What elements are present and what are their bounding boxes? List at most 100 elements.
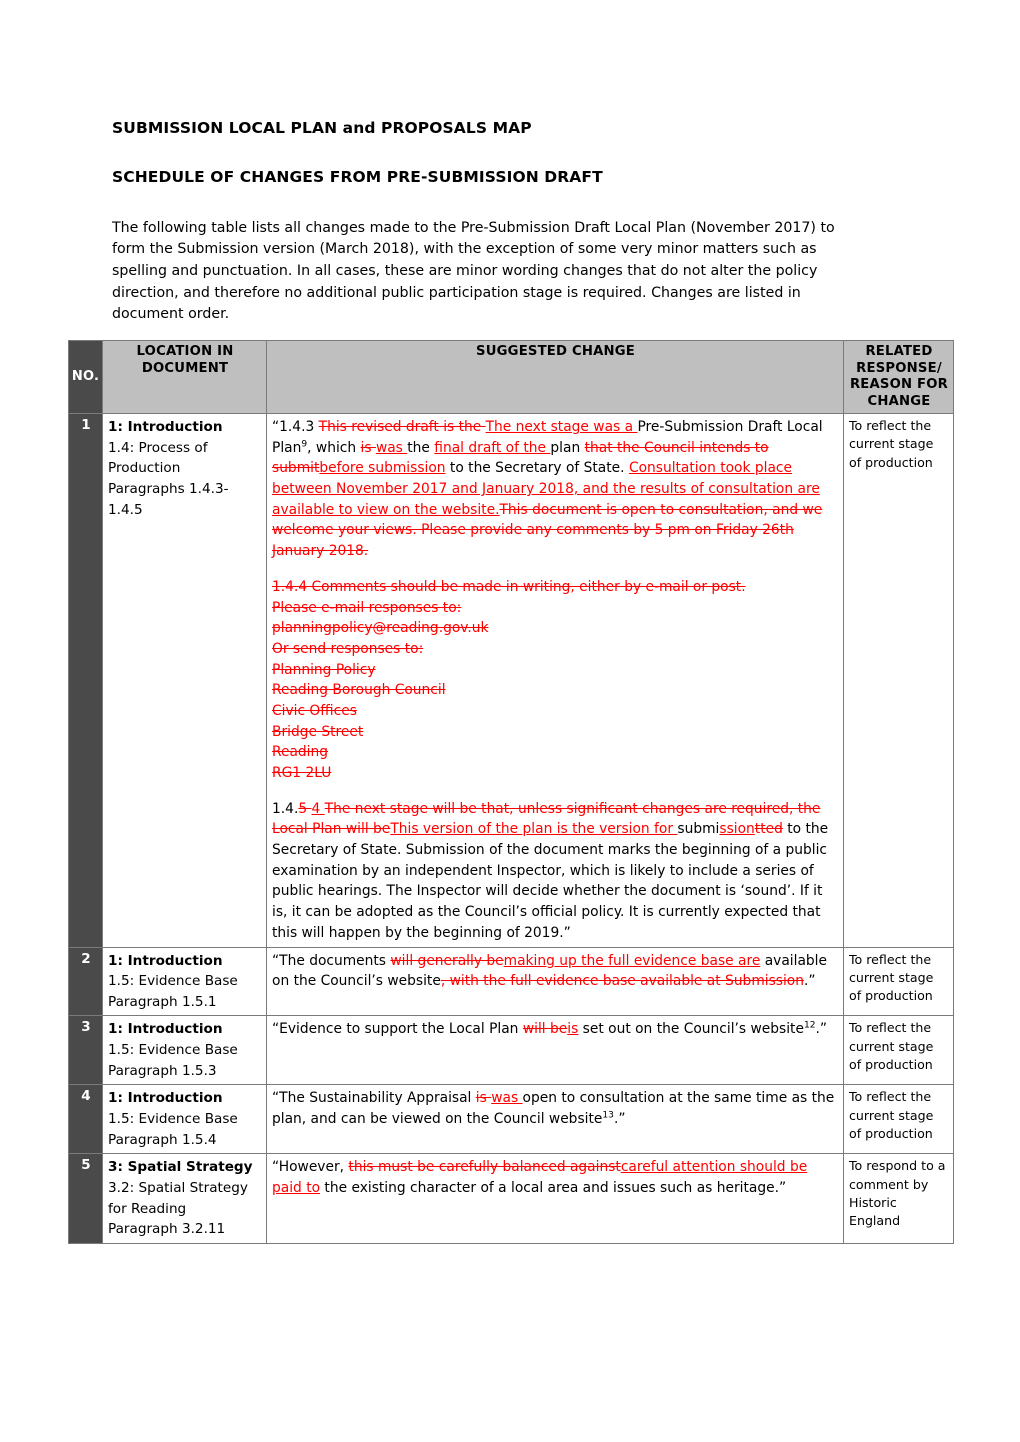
location-line: 1.5: Evidence Base bbox=[108, 1042, 238, 1059]
footnote-marker: 12 bbox=[803, 1020, 816, 1031]
table-header: NO. LOCATION IN DOCUMENT SUGGESTED CHANG… bbox=[68, 340, 954, 414]
location-cell: 1: Introduction 1.5: Evidence Base Paragra… bbox=[102, 1084, 267, 1155]
deleted-text: will generally be bbox=[390, 952, 504, 969]
location-line: Paragraph 1.5.1 bbox=[108, 993, 217, 1010]
suggested-change-cell: “1.4.3 This revised draft is the The nex… bbox=[266, 413, 844, 948]
deleted-text-line: Bridge Street bbox=[272, 723, 364, 740]
page-subtitle: SCHEDULE OF CHANGES FROM PRE-SUBMISSION … bbox=[112, 167, 603, 186]
intro-paragraph: The following table lists all changes ma… bbox=[112, 219, 835, 323]
unchanged-text: set out on the Council’s website bbox=[578, 1021, 804, 1038]
row-number-cell: 4 bbox=[68, 1084, 103, 1155]
location-cell: 3: Spatial Strategy 3.2: Spatial Strategy… bbox=[102, 1153, 267, 1245]
change-paragraph: “The Sustainability Appraisal is was ope… bbox=[272, 1088, 839, 1129]
table-row: 4 1: Introduction 1.5: Evidence Base Paragr… bbox=[68, 1084, 954, 1155]
deleted-text-line: RG1 2LU bbox=[272, 765, 332, 781]
row-number-cell: 3 bbox=[68, 1015, 103, 1086]
column-header-location: LOCATION IN DOCUMENT bbox=[102, 340, 267, 414]
deleted-text: is bbox=[360, 439, 376, 456]
table-header-row: NO. LOCATION IN DOCUMENT SUGGESTED CHANG… bbox=[68, 340, 954, 414]
deleted-text: this must be carefully balanced against bbox=[348, 1159, 621, 1176]
location-heading: 1: Introduction bbox=[108, 419, 223, 435]
related-response-cell: To reflect the current stage of producti… bbox=[843, 413, 954, 948]
changes-table: NO. LOCATION IN DOCUMENT SUGGESTED CHANG… bbox=[68, 340, 954, 1245]
table-row: 5 3: Spatial Strategy 3.2: Spatial Strateg… bbox=[68, 1153, 954, 1245]
table-body: 1 1: Introduction 1.4: Process of Producti… bbox=[68, 413, 954, 1245]
unchanged-text: .” bbox=[804, 973, 816, 990]
column-header-no: NO. bbox=[68, 340, 103, 414]
suggested-change-cell: “Evidence to support the Local Plan will… bbox=[266, 1015, 844, 1086]
document-page: SUBMISSION LOCAL PLAN and PROPOSALS MAP … bbox=[0, 0, 1020, 1442]
deleted-text: , with the full evidence base available … bbox=[440, 973, 804, 990]
inserted-text: before submission bbox=[319, 460, 446, 477]
location-cell: 1: Introduction 1.4: Process of Productio… bbox=[102, 413, 267, 948]
deleted-text-line: Reading bbox=[272, 744, 329, 761]
related-response-cell: To reflect the current stage of producti… bbox=[843, 946, 954, 1017]
change-paragraph: “1.4.3 This revised draft is the The nex… bbox=[272, 417, 839, 562]
location-line: Paragraph 3.2.11 bbox=[108, 1221, 226, 1238]
inserted-text: was bbox=[375, 439, 408, 456]
location-heading: 1: Introduction bbox=[108, 952, 223, 969]
unchanged-text: .” bbox=[815, 1021, 828, 1038]
unchanged-text: submi bbox=[677, 821, 720, 838]
deleted-text-line: planningpolicy@reading.gov.uk bbox=[272, 620, 489, 637]
related-response-cell: To reflect the current stage of producti… bbox=[843, 1084, 954, 1155]
change-paragraph: “However, this must be carefully balance… bbox=[272, 1157, 839, 1198]
deleted-text: 5 bbox=[298, 800, 312, 817]
change-paragraph: 1.4.5 4 The next stage will be that, unl… bbox=[272, 799, 839, 944]
row-number-cell: 2 bbox=[68, 946, 103, 1017]
row-number-cell: 1 bbox=[68, 413, 103, 948]
change-paragraph: 1.4.4 Comments should be made in writing… bbox=[272, 577, 839, 784]
location-cell: 1: Introduction 1.5: Evidence Base Paragra… bbox=[102, 1015, 267, 1086]
row-number-cell: 5 bbox=[68, 1153, 103, 1245]
unchanged-text: to the Secretary of State. Submission of… bbox=[272, 821, 829, 941]
deleted-text: will be bbox=[522, 1021, 568, 1038]
unchanged-text: “Evidence to support the Local Plan bbox=[272, 1021, 523, 1038]
deleted-text-line: Reading Borough Council bbox=[272, 682, 446, 699]
deleted-text: This revised draft is the bbox=[318, 419, 486, 435]
inserted-text: making up the full evidence base are bbox=[503, 952, 761, 969]
footnote-marker: 13 bbox=[602, 1110, 614, 1121]
location-heading: 1: Introduction bbox=[108, 1090, 223, 1107]
suggested-change-cell: “However, this must be carefully balance… bbox=[266, 1153, 844, 1245]
inserted-text: This version of the plan is the version … bbox=[390, 821, 678, 838]
deleted-text-line: Please e-mail responses to: bbox=[272, 599, 462, 616]
unchanged-text: “1.4.3 bbox=[272, 419, 319, 435]
column-header-suggested-change: SUGGESTED CHANGE bbox=[266, 340, 844, 414]
deleted-text: is bbox=[475, 1090, 492, 1107]
unchanged-text: to the Secretary of State. bbox=[445, 460, 629, 477]
location-line: 1.5: Evidence Base bbox=[108, 973, 238, 990]
inserted-text: 4 bbox=[311, 800, 325, 817]
inserted-text: is bbox=[567, 1021, 579, 1038]
location-cell: 1: Introduction 1.5: Evidence Base Paragra… bbox=[102, 946, 267, 1017]
deleted-text-line: 1.4.4 Comments should be made in writing… bbox=[272, 578, 746, 595]
location-line: Paragraphs 1.4.3-1.4.5 bbox=[108, 480, 229, 518]
related-response-cell: To respond to a comment by Historic Engl… bbox=[843, 1153, 954, 1245]
deleted-text-line: Or send responses to: bbox=[272, 640, 424, 657]
unchanged-text: 1.4. bbox=[272, 800, 299, 817]
table-row: 1 1: Introduction 1.4: Process of Producti… bbox=[68, 413, 954, 948]
location-line: 3.2: Spatial Strategy for Reading bbox=[108, 1180, 248, 1217]
document-header-block: SUBMISSION LOCAL PLAN and PROPOSALS MAP … bbox=[112, 118, 857, 326]
unchanged-text: “The documents bbox=[272, 952, 391, 969]
location-heading: 1: Introduction bbox=[108, 1021, 223, 1038]
inserted-text: was bbox=[491, 1090, 523, 1107]
related-response-cell: To reflect the current stage of producti… bbox=[843, 1015, 954, 1086]
deleted-text: tted bbox=[754, 821, 783, 838]
location-line: 1.5: Evidence Base bbox=[108, 1111, 238, 1128]
page-title: SUBMISSION LOCAL PLAN and PROPOSALS MAP bbox=[112, 119, 532, 137]
suggested-change-cell: “The documents will generally bemaking u… bbox=[266, 946, 844, 1017]
unchanged-text: the bbox=[407, 439, 435, 456]
change-paragraph: “The documents will generally bemaking u… bbox=[272, 951, 839, 992]
deleted-text-line: Planning Policy bbox=[272, 661, 376, 678]
change-paragraph: “Evidence to support the Local Plan will… bbox=[272, 1019, 839, 1040]
unchanged-text: “However, bbox=[272, 1159, 349, 1176]
column-header-related-response: RELATED RESPONSE/ REASON FOR CHANGE bbox=[843, 340, 954, 414]
location-line: Paragraph 1.5.3 bbox=[108, 1062, 217, 1079]
location-heading: 3: Spatial Strategy bbox=[108, 1159, 253, 1176]
unchanged-text: plan bbox=[550, 439, 585, 456]
location-line: 1.4: Process of Production bbox=[108, 439, 208, 477]
table-row: 2 1: Introduction 1.5: Evidence Base Paragr… bbox=[68, 946, 954, 1017]
suggested-change-cell: “The Sustainability Appraisal is was ope… bbox=[266, 1084, 844, 1155]
